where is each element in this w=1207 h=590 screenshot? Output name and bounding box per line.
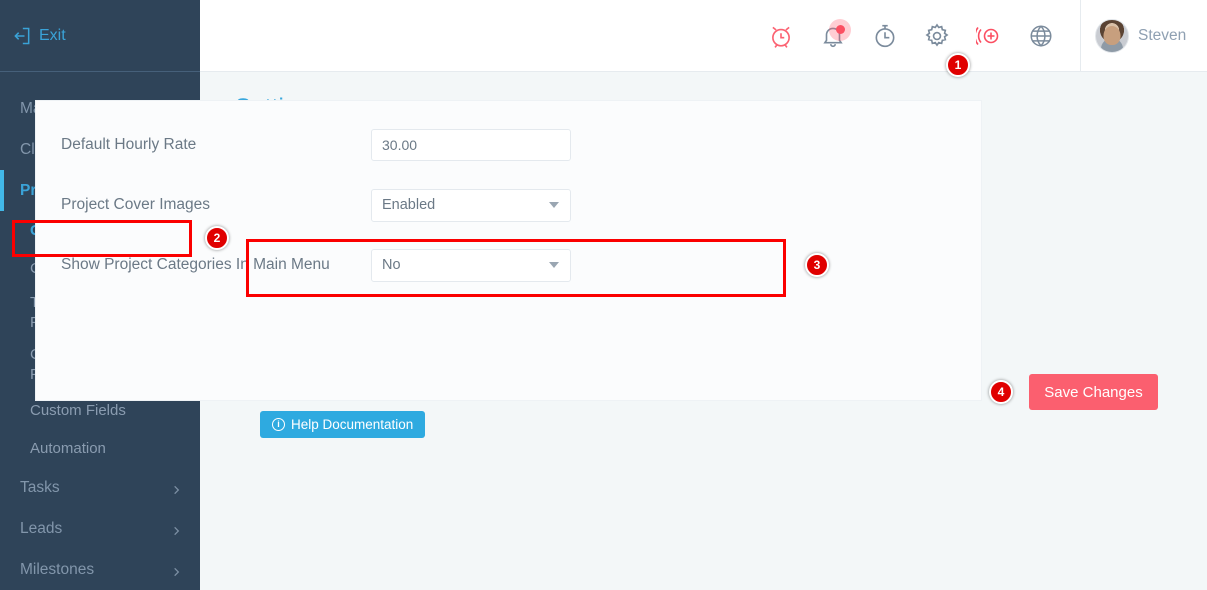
header-icon-group <box>768 23 1080 49</box>
show-project-categories-row: Show Project Categories In Main Menu No <box>36 235 981 295</box>
help-documentation-label: Help Documentation <box>291 417 413 432</box>
chevron-down-icon <box>549 202 559 208</box>
project-cover-images-value: Enabled <box>382 197 435 213</box>
chevron-right-icon <box>171 564 182 575</box>
exit-label: Exit <box>39 27 66 45</box>
default-hourly-rate-row: Default Hourly Rate <box>36 115 981 175</box>
show-project-categories-select[interactable]: No <box>371 249 571 282</box>
alarm-clock-icon[interactable] <box>768 23 794 49</box>
app-root: Exit Main Settings Clients Projects <box>0 0 1207 590</box>
globe-icon[interactable] <box>1028 23 1054 49</box>
sidebar-header: Exit <box>0 0 200 72</box>
sidebar-item-milestones[interactable]: Milestones <box>0 549 200 590</box>
chevron-right-icon <box>171 482 182 493</box>
project-cover-images-label: Project Cover Images <box>61 196 371 214</box>
bell-icon[interactable] <box>820 23 846 49</box>
info-icon: i <box>272 418 285 431</box>
show-project-categories-label: Show Project Categories In Main Menu <box>61 256 371 274</box>
save-changes-button[interactable]: Save Changes <box>1029 374 1158 410</box>
project-cover-images-row: Project Cover Images Enabled <box>36 175 981 235</box>
sidebar-item-label: Leads <box>20 520 62 538</box>
sidebar-item-tasks[interactable]: Tasks <box>0 467 200 508</box>
sidebar-item-leads[interactable]: Leads <box>0 508 200 549</box>
chevron-down-icon <box>549 262 559 268</box>
broadcast-add-icon[interactable] <box>976 23 1002 49</box>
sidebar-item-label: Milestones <box>20 561 94 579</box>
user-menu[interactable]: Steven <box>1080 0 1207 72</box>
settings-card: Default Hourly Rate Project Cover Images… <box>35 100 982 401</box>
exit-button[interactable]: Exit <box>12 26 66 46</box>
help-documentation-button[interactable]: i Help Documentation <box>260 411 425 438</box>
sidebar-item-automation[interactable]: Automation <box>0 429 200 467</box>
show-project-categories-value: No <box>382 257 401 273</box>
sidebar-subitem-label: Custom Fields <box>30 402 126 419</box>
default-hourly-rate-input[interactable] <box>371 129 571 161</box>
stopwatch-icon[interactable] <box>872 23 898 49</box>
gear-icon[interactable] <box>924 23 950 49</box>
sidebar-subitem-label: Automation <box>30 440 106 457</box>
user-name: Steven <box>1138 27 1186 45</box>
notification-dot <box>836 25 845 34</box>
sidebar-item-label: Tasks <box>20 479 60 497</box>
chevron-right-icon <box>171 523 182 534</box>
top-header: Steven <box>200 0 1207 72</box>
exit-icon <box>12 26 32 46</box>
default-hourly-rate-label: Default Hourly Rate <box>61 136 371 154</box>
project-cover-images-select[interactable]: Enabled <box>371 189 571 222</box>
avatar <box>1095 19 1129 53</box>
